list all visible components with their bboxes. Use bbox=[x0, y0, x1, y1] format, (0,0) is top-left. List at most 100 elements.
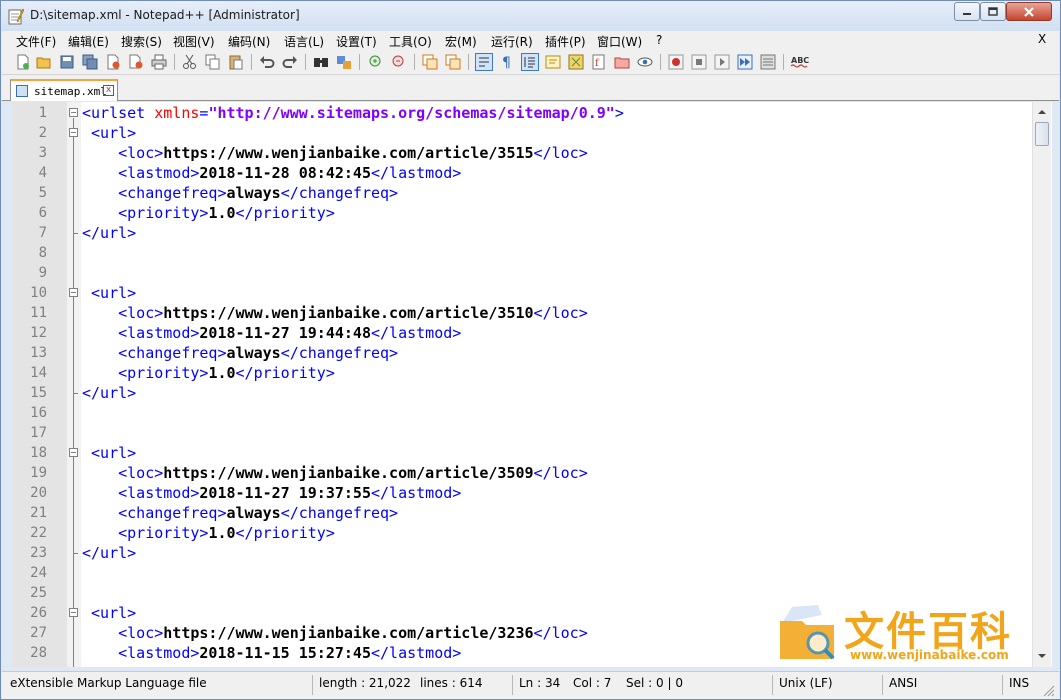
print-button[interactable] bbox=[150, 53, 168, 71]
menu-macro[interactable]: 宏(M) bbox=[445, 33, 477, 50]
open-file-button[interactable] bbox=[35, 53, 53, 71]
code-token: <loc> bbox=[118, 464, 164, 482]
zoom-in-button[interactable] bbox=[367, 53, 385, 71]
undo-button[interactable] bbox=[258, 53, 276, 71]
menu-run[interactable]: 运行(R) bbox=[491, 33, 533, 50]
indent-guide-button[interactable] bbox=[521, 53, 539, 71]
code-token: <changefreq> bbox=[118, 504, 227, 522]
folder-workspace-button[interactable] bbox=[613, 53, 631, 71]
code-line[interactable]: 19 <loc>https://www.wenjianbaike.com/art… bbox=[12, 463, 1037, 483]
close-all-button[interactable] bbox=[127, 53, 145, 71]
code-line[interactable]: 18 <url> bbox=[12, 443, 1037, 463]
code-line[interactable]: 13 <changefreq>always</changefreq> bbox=[12, 343, 1037, 363]
code-line[interactable]: 7 </url> bbox=[12, 223, 1037, 243]
run-macro-multiple-button[interactable] bbox=[736, 53, 754, 71]
function-list-button[interactable]: f bbox=[590, 53, 608, 71]
record-macro-button[interactable] bbox=[667, 53, 685, 71]
sync-horizontal-button[interactable] bbox=[444, 53, 462, 71]
code-line[interactable]: 17 bbox=[12, 423, 1037, 443]
menu-encoding[interactable]: 编码(N) bbox=[228, 33, 270, 50]
code-line[interactable]: 14 <priority>1.0</priority> bbox=[12, 363, 1037, 383]
code-line[interactable]: 3 <loc>https://www.wenjianbaike.com/arti… bbox=[12, 143, 1037, 163]
zoom-out-button[interactable] bbox=[390, 53, 408, 71]
show-all-chars-button[interactable]: ¶ bbox=[498, 53, 516, 71]
find-icon bbox=[314, 58, 328, 67]
code-token: <url> bbox=[91, 124, 137, 142]
stop-macro-button[interactable] bbox=[690, 53, 708, 71]
close-document-button[interactable]: X bbox=[1038, 32, 1046, 46]
tab-sitemap-xml[interactable]: sitemap.xml x bbox=[10, 79, 118, 101]
save-macro-button[interactable] bbox=[759, 53, 777, 71]
code-token: > bbox=[614, 104, 624, 122]
toolbar-separator bbox=[359, 54, 360, 70]
menu-search[interactable]: 搜索(S) bbox=[121, 33, 162, 50]
code-line[interactable]: 11 <loc>https://www.wenjianbaike.com/art… bbox=[12, 303, 1037, 323]
code-line[interactable]: 6 <priority>1.0</priority> bbox=[12, 203, 1037, 223]
menu-tools[interactable]: 工具(O) bbox=[389, 33, 432, 50]
menu-help[interactable]: ? bbox=[656, 33, 662, 47]
doc-map-button[interactable] bbox=[567, 53, 585, 71]
menu-view[interactable]: 视图(V) bbox=[173, 33, 215, 50]
save-button[interactable] bbox=[58, 53, 76, 71]
text-editor[interactable]: 1 <urlset xmlns="http://www.sitemaps.org/… bbox=[12, 102, 1052, 667]
status-eol-format[interactable]: Unix (LF) bbox=[779, 676, 833, 690]
copy-button[interactable] bbox=[204, 53, 222, 71]
paste-button[interactable] bbox=[227, 53, 245, 71]
code-token: </changefreq> bbox=[280, 504, 399, 522]
find-button[interactable] bbox=[312, 53, 330, 71]
vertical-scrollbar[interactable] bbox=[1032, 102, 1051, 667]
watermark-url: www.wenjinabaike.com bbox=[850, 648, 1009, 662]
toolbar-separator bbox=[468, 54, 469, 70]
code-token: </url> bbox=[82, 224, 137, 242]
close-file-button[interactable] bbox=[104, 53, 122, 71]
redo-icon bbox=[282, 56, 297, 68]
code-token: https://www.wenjianbaike.com/article/351… bbox=[163, 304, 534, 322]
code-line[interactable]: 22 <priority>1.0</priority> bbox=[12, 523, 1037, 543]
redo-button[interactable] bbox=[281, 53, 299, 71]
scroll-up-icon[interactable] bbox=[1035, 105, 1049, 119]
close-window-button[interactable] bbox=[1006, 2, 1052, 21]
monitor-button[interactable] bbox=[636, 53, 654, 71]
code-line[interactable]: 10 <url> bbox=[12, 283, 1037, 303]
code-line[interactable]: 8 bbox=[12, 243, 1037, 263]
menu-edit[interactable]: 编辑(E) bbox=[68, 33, 109, 50]
resize-grip-icon[interactable] bbox=[1042, 684, 1056, 698]
code-line[interactable]: 1 <urlset xmlns="http://www.sitemaps.org/… bbox=[12, 103, 1037, 123]
code-text: <url> bbox=[82, 603, 136, 623]
scrollbar-thumb[interactable] bbox=[1035, 122, 1049, 146]
play-macro-button[interactable] bbox=[713, 53, 731, 71]
cut-button[interactable] bbox=[181, 53, 199, 71]
menu-window[interactable]: 窗口(W) bbox=[597, 33, 642, 50]
maximize-button[interactable] bbox=[980, 2, 1006, 21]
code-line[interactable]: 23 </url> bbox=[12, 543, 1037, 563]
code-line[interactable]: 5 <changefreq>always</changefreq> bbox=[12, 183, 1037, 203]
menu-language[interactable]: 语言(L) bbox=[284, 33, 324, 50]
replace-button[interactable] bbox=[335, 53, 353, 71]
new-file-button[interactable] bbox=[14, 53, 32, 71]
code-line[interactable]: 16 bbox=[12, 403, 1037, 423]
code-line[interactable]: 4 <lastmod>2018-11-28 08:42:45</lastmod> bbox=[12, 163, 1037, 183]
show-all-chars-icon: ¶ bbox=[502, 55, 511, 70]
spell-check-button[interactable]: ABC bbox=[790, 53, 812, 71]
word-wrap-button[interactable] bbox=[475, 53, 493, 71]
code-line[interactable]: 15 </url> bbox=[12, 383, 1037, 403]
menu-settings[interactable]: 设置(T) bbox=[336, 33, 377, 50]
code-line[interactable]: 12 <lastmod>2018-11-27 19:44:48</lastmod… bbox=[12, 323, 1037, 343]
code-line[interactable]: 24 bbox=[12, 563, 1037, 583]
watermark-logo: 文件百科 www.wenjinabaike.com bbox=[778, 599, 1038, 665]
menu-plugins[interactable]: 插件(P) bbox=[545, 33, 586, 50]
status-insert-mode[interactable]: INS bbox=[1009, 676, 1029, 690]
user-lang-button[interactable] bbox=[544, 53, 562, 71]
code-line[interactable]: 2 <url> bbox=[12, 123, 1037, 143]
code-line[interactable]: 9 bbox=[12, 263, 1037, 283]
code-line[interactable]: 21 <changefreq>always</changefreq> bbox=[12, 503, 1037, 523]
tab-close-button[interactable]: x bbox=[103, 85, 114, 96]
status-encoding[interactable]: ANSI bbox=[889, 676, 917, 690]
menu-file[interactable]: 文件(F) bbox=[16, 33, 56, 50]
minimize-button[interactable] bbox=[954, 2, 980, 21]
save-all-button[interactable] bbox=[81, 53, 99, 71]
sync-vertical-button[interactable] bbox=[421, 53, 439, 71]
code-line[interactable]: 20 <lastmod>2018-11-27 19:37:55</lastmod… bbox=[12, 483, 1037, 503]
